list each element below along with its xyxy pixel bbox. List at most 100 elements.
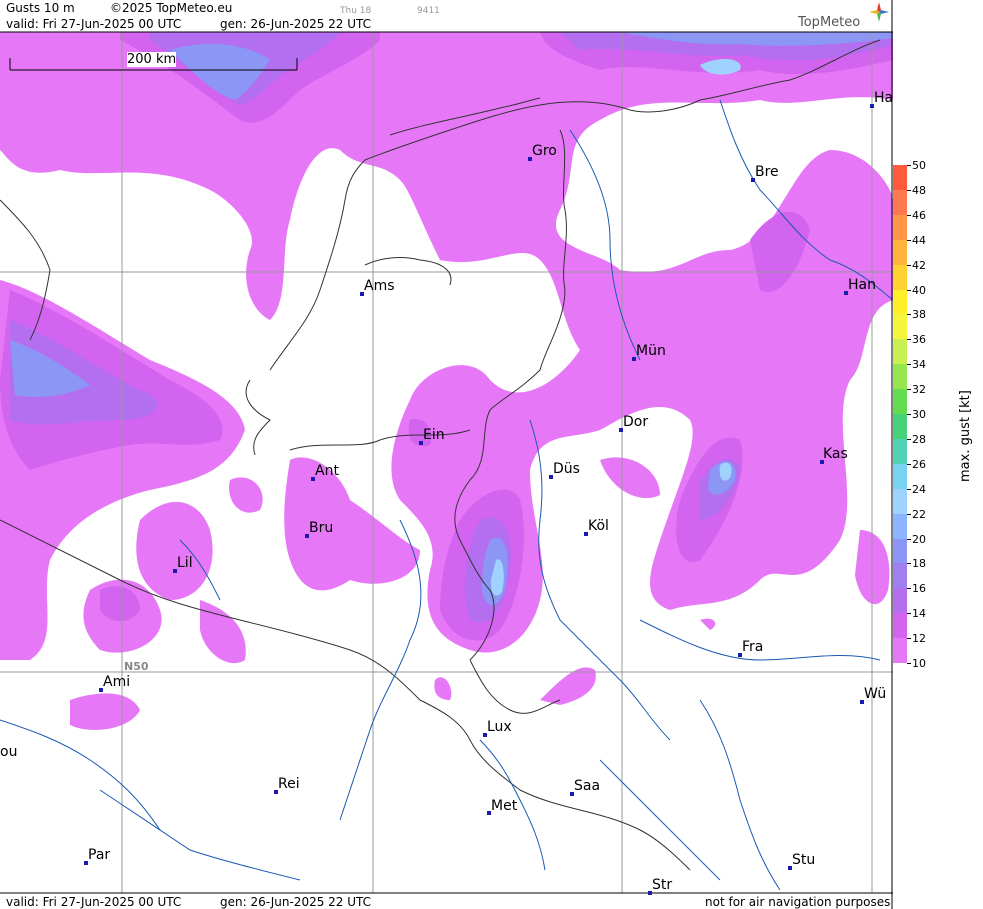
legend-tick-label: 50 (912, 159, 926, 172)
legend-tick-label: 42 (912, 258, 926, 272)
city-label-han: Han (848, 277, 876, 293)
legend-tick-mark (907, 538, 911, 540)
legend-color-segment (893, 488, 907, 515)
legend-tick-mark (907, 414, 911, 415)
legend-color-segment (893, 463, 907, 490)
city-label-par: Par (88, 847, 111, 863)
city-label-ami: Ami (103, 674, 131, 690)
copyright: ©2025 TopMeteo.eu (110, 1, 233, 15)
legend-tick-mark (907, 488, 911, 490)
city-label-str: Str (652, 877, 673, 893)
legend-tick-label: 46 (912, 208, 926, 222)
city-label-stu: Stu (792, 852, 816, 868)
legend-color-segment (893, 339, 907, 365)
legend-tick-label: 10 (912, 657, 926, 670)
legend-tick-mark (907, 165, 911, 166)
footer-valid-time: valid: Fri 27-Jun-2025 00 UTC (6, 895, 182, 909)
legend-tick-label: 44 (912, 233, 926, 247)
step-code: Thu 18 (340, 6, 372, 16)
latitude-label: N50 (124, 660, 149, 673)
legend-tick-mark (907, 513, 911, 515)
legend-color-segment (893, 613, 907, 639)
legend-tick-mark (907, 463, 911, 465)
city-label-bru: Bru (309, 520, 334, 536)
legend-color-segment (893, 289, 907, 315)
legend-color-segment (893, 438, 907, 465)
footer-generated-time: gen: 26-Jun-2025 22 UTC (220, 895, 372, 909)
city-label-dus: Düs (553, 461, 580, 477)
legend-tick-label: 12 (912, 632, 926, 646)
legend-tick-label: 14 (912, 607, 926, 621)
legend-color-segment (893, 638, 907, 664)
legend-color-segment (893, 264, 907, 290)
legend-color-segment (893, 165, 907, 191)
city-label-lux: Lux (487, 719, 512, 735)
valid-time: valid: Fri 27-Jun-2025 00 UTC (6, 17, 182, 31)
city-label-ein: Ein (423, 427, 445, 443)
legend-tick-label: 26 (912, 457, 926, 471)
legend-tick-mark (907, 314, 911, 316)
city-label-saa: Saa (574, 778, 601, 794)
legend-tick-mark (907, 289, 911, 291)
city-label-gro: Gro (532, 143, 557, 159)
city-label-kol: Köl (588, 518, 609, 534)
legend-tick-mark (907, 563, 911, 565)
city-label-ou: ou (0, 744, 18, 760)
product-title: Gusts 10 m (6, 1, 75, 15)
city-label-fra: Fra (742, 639, 764, 655)
legend-tick-label: 30 (912, 408, 926, 421)
legend-tick-label: 36 (912, 333, 926, 347)
legend-color-segment (893, 314, 907, 340)
legend-tick-label: 16 (912, 582, 926, 596)
city-label-ha: Ha (874, 90, 894, 106)
disclaimer: not for air navigation purposes (705, 895, 891, 909)
legend-tick-label: 48 (912, 183, 926, 197)
legend-color-segment (893, 414, 907, 440)
legend-tick-mark (907, 239, 911, 241)
legend-tick-mark (907, 364, 911, 366)
legend-tick-mark (907, 389, 911, 391)
run-code: 9411 (417, 6, 440, 16)
legend-tick-mark (907, 638, 911, 640)
legend-color-segment (893, 239, 907, 266)
legend-tick-mark (907, 588, 911, 590)
legend-color-segment (893, 513, 907, 539)
legend-tick-label: 40 (912, 283, 926, 297)
city-label-met: Met (491, 798, 518, 814)
legend-color-segment (893, 588, 907, 614)
legend-tick-label: 22 (912, 507, 926, 521)
city-label-lil: Lil (177, 555, 193, 571)
legend-color-segment (893, 364, 907, 390)
city-label-rei: Rei (278, 776, 300, 792)
legend-tick-mark (907, 438, 911, 440)
city-label-kas: Kas (823, 446, 848, 462)
legend-color-segment (893, 389, 907, 415)
legend-tick-mark (907, 339, 911, 341)
legend-color-segment (893, 214, 907, 241)
topmeteo-logo: TopMeteo (798, 15, 861, 30)
generated-time: gen: 26-Jun-2025 22 UTC (220, 17, 372, 31)
legend-tick-label: 32 (912, 383, 926, 397)
compass-star-icon (869, 2, 889, 26)
legend-tick-mark (907, 264, 911, 266)
legend-tick-label: 28 (912, 432, 926, 446)
legend-tick-label: 24 (912, 482, 926, 496)
legend-tick-label: 38 (912, 308, 926, 322)
legend-colorbar (893, 165, 907, 664)
legend-color-segment (893, 563, 907, 589)
legend-tick-mark (907, 663, 911, 664)
city-label-ams: Ams (364, 278, 395, 294)
legend-tick-mark (907, 613, 911, 615)
legend-tick-label: 18 (912, 557, 926, 571)
legend-tick-label: 34 (912, 358, 926, 372)
legend-tick-label: 20 (912, 532, 926, 546)
city-label-dor: Dor (623, 414, 649, 430)
scale-bar-label: 200 km (127, 52, 177, 67)
legend-title: max. gust [kt] (958, 390, 973, 482)
city-label-mun: Mün (636, 343, 666, 359)
legend-color-segment (893, 189, 907, 216)
gust-map (0, 0, 893, 909)
city-label-ant: Ant (315, 463, 339, 479)
legend-tick-mark (907, 189, 911, 191)
city-label-wu: Wü (864, 686, 887, 702)
